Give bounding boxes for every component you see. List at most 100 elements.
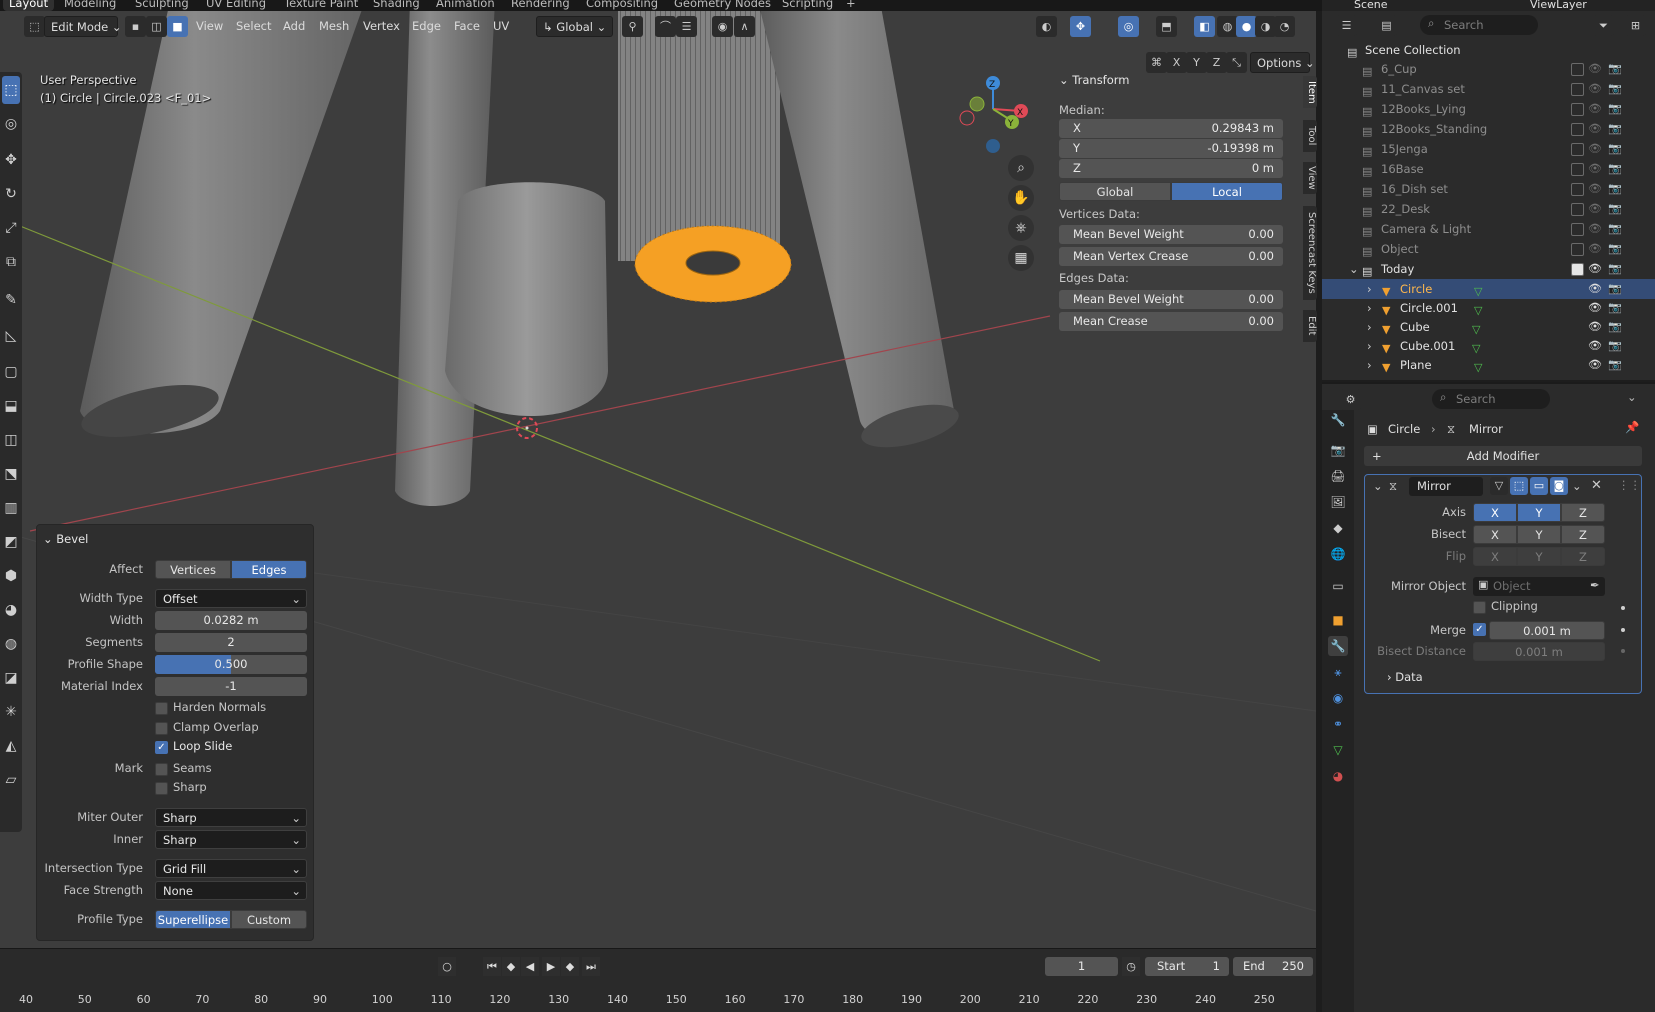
scene-collection-row[interactable]: ▤ Scene Collection [1322,40,1655,60]
transform-icon[interactable]: ⧉ [2,248,20,276]
affect-edges-toggle[interactable]: Edges [231,560,307,579]
move-icon[interactable]: ✥ [2,146,20,174]
menu-view[interactable]: View [190,16,229,37]
chevron-right-icon[interactable]: › [1367,336,1372,356]
tab-animation[interactable]: Animation [430,0,501,11]
tab-rendering[interactable]: Rendering [505,0,576,11]
mirror-axis-icon[interactable]: ⌘ [1146,52,1167,73]
pivot-icon[interactable]: ⚲ [622,16,643,37]
mirror-y-toggle[interactable]: Y [1186,52,1207,73]
flip-z-toggle[interactable]: Z [1561,547,1605,566]
record-icon[interactable]: ○ [438,957,456,976]
display-mode-icon[interactable]: ▤ [1376,15,1397,36]
world-tab-icon[interactable]: 🌐 [1328,544,1348,564]
constraints-tab-icon[interactable]: ⚭ [1328,714,1348,734]
exclude-checkbox[interactable] [1571,183,1584,196]
falloff-icon[interactable]: ∧ [734,16,755,37]
object-row[interactable]: › ▼ Circle ▽ 👁 📷 [1322,279,1655,299]
chevron-right-icon[interactable]: › [1367,298,1372,318]
axis-z-toggle[interactable]: Z [1561,503,1605,522]
tab-modeling[interactable]: Modeling [58,0,122,11]
tab-edit[interactable]: Edit [1303,310,1317,342]
cursor-icon[interactable]: ◎ [2,110,20,138]
collection-row[interactable]: ▤ 6_Cup 👁 📷 [1322,59,1655,79]
eye-icon[interactable]: 👁 [1588,119,1602,139]
rotate-icon[interactable]: ↻ [2,180,20,208]
eye-icon[interactable]: 👁 [1588,279,1602,299]
shrink-fatten-icon[interactable]: ✳ [2,698,20,726]
local-toggle[interactable]: Local [1171,182,1283,201]
inner-dropdown[interactable]: Sharp ⌄ [155,830,307,849]
custom-profile-toggle[interactable]: Custom [231,910,307,929]
eye-icon[interactable]: 👁 [1588,139,1602,159]
collection-row[interactable]: ▤ 12Books_Lying 👁 📷 [1322,99,1655,119]
axis-x-toggle[interactable]: X [1473,503,1517,522]
face-strength-dropdown[interactable]: None ⌄ [155,881,307,900]
camera-icon[interactable]: 📷 [1608,355,1622,375]
menu-select[interactable]: Select [230,16,277,37]
eye-icon[interactable]: 👁 [1588,259,1602,279]
tab-sculpting[interactable]: Sculpting [129,0,195,11]
camera-icon[interactable]: 📷 [1608,79,1622,99]
output-tab-icon[interactable]: 🖨 [1328,466,1348,486]
eye-icon[interactable]: 👁 [1588,159,1602,179]
object-row[interactable]: › ▼ Plane ▽ 👁 📷 [1322,355,1655,375]
profile-shape-slider[interactable]: 0.500 [155,655,307,674]
mean-bevel-weight-edge-field[interactable]: Mean Bevel Weight 0.00 [1059,290,1283,309]
current-frame-field[interactable]: 1 [1045,957,1118,976]
edge-slide-icon[interactable]: ◪ [2,664,20,692]
exclude-checkbox[interactable] [1571,163,1584,176]
solid-shading-icon[interactable]: ● [1236,16,1257,37]
options-dropdown[interactable]: Options ⌄ [1250,52,1315,73]
tool-tab-icon[interactable]: 🔧 [1328,410,1348,430]
mirror-x-toggle[interactable]: X [1166,52,1187,73]
add-modifier-button[interactable]: + Add Modifier [1364,446,1642,466]
exclude-checkbox[interactable] [1571,123,1584,136]
eye-icon[interactable]: 👁 [1588,99,1602,119]
measure-icon[interactable]: ◺ [2,322,20,350]
menu-add[interactable]: Add [277,16,311,37]
camera-icon[interactable]: 📷 [1608,159,1622,179]
next-keyframe-icon[interactable]: ◆ [561,957,579,976]
add-cube-icon[interactable]: ▢ [2,358,20,386]
spin-icon[interactable]: ◕ [2,596,20,624]
exclude-checkbox[interactable] [1571,103,1584,116]
vertex-select-icon[interactable]: ▪ [125,16,146,37]
eyedropper-icon[interactable]: ✒ [1590,578,1600,592]
exclude-checkbox[interactable] [1571,143,1584,156]
add-workspace-icon[interactable]: + [840,0,862,11]
camera-icon[interactable]: 📷 [1608,139,1622,159]
segments-field[interactable]: 2 [155,633,307,652]
edge-select-icon[interactable]: ◫ [146,16,167,37]
camera-icon[interactable]: 📷 [1608,239,1622,259]
bisect-x-toggle[interactable]: X [1473,525,1517,544]
render-icon[interactable]: ◙ [1550,477,1568,495]
object-row[interactable]: › ▼ Cube ▽ 👁 📷 [1322,317,1655,337]
menu-face[interactable]: Face [448,16,486,37]
viewport-display-icon[interactable]: ▭ [1530,477,1548,495]
today-collection-row[interactable]: ⌄ ▤ Today 👁 📷 [1322,259,1655,279]
play-reverse-icon[interactable]: ◀ [521,957,539,976]
pan-hand-icon[interactable]: ✋ [1008,185,1034,211]
tab-view[interactable]: View [1303,162,1317,194]
eye-icon[interactable]: 👁 [1588,336,1602,356]
camera-icon[interactable]: 📷 [1608,279,1622,299]
tab-layout[interactable]: Layout [3,0,55,11]
annotate-icon[interactable]: ✎ [2,286,20,314]
menu-mesh[interactable]: Mesh [313,16,355,37]
camera-icon[interactable]: 📷 [1608,336,1622,356]
keyframe-dot[interactable] [1621,649,1625,653]
harden-normals-checkbox[interactable] [155,702,168,715]
exclude-checkbox[interactable] [1571,83,1584,96]
new-collection-icon[interactable]: ⊞ [1625,15,1646,36]
collection-row[interactable]: ▤ 22_Desk 👁 📷 [1322,199,1655,219]
jump-end-icon[interactable]: ⏭ [582,957,600,976]
physics-tab-icon[interactable]: ◉ [1328,688,1348,708]
collection-row[interactable]: ▤ 16_Dish set 👁 📷 [1322,179,1655,199]
exclude-checkbox[interactable] [1571,223,1584,236]
tab-screencast-keys[interactable]: Screencast Keys [1303,206,1317,300]
eye-icon[interactable]: 👁 [1588,59,1602,79]
eye-icon[interactable]: 👁 [1588,219,1602,239]
properties-search-input[interactable]: Search [1432,389,1550,409]
exclude-checkbox[interactable] [1571,203,1584,216]
